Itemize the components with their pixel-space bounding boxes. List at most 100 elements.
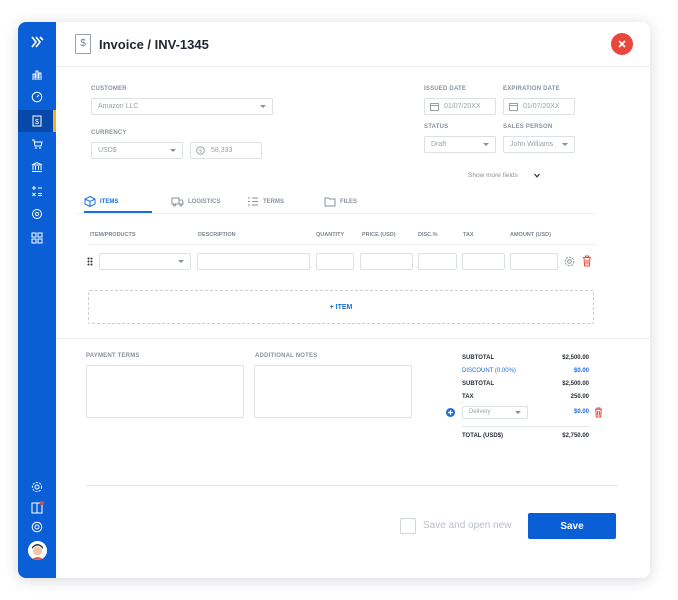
gauge-icon[interactable] — [18, 86, 56, 108]
customer-label: CUSTOMER — [91, 86, 127, 92]
sales-person-value: John Williams — [510, 141, 554, 148]
issued-date-field[interactable]: 01/07/20XX — [424, 98, 496, 115]
page-title: Invoice / INV-1345 — [99, 37, 209, 52]
trash-icon[interactable] — [582, 255, 592, 267]
gear-icon[interactable] — [564, 256, 575, 267]
save-button-label: Save — [560, 520, 584, 532]
payment-terms-label: PAYMENT TERMS — [86, 353, 140, 359]
chevron-down-icon — [170, 149, 176, 152]
svg-text:$: $ — [199, 149, 202, 155]
currency-select[interactable]: USD$ — [91, 142, 183, 159]
close-icon — [618, 40, 626, 48]
amount-input[interactable] — [510, 253, 558, 270]
chart-icon[interactable] — [18, 63, 56, 85]
notifications-icon[interactable] — [18, 496, 56, 518]
box-icon — [84, 196, 96, 207]
subtotal-value: $2,500.00 — [562, 355, 589, 361]
tab-items-label: ITEMS — [100, 199, 119, 205]
avatar[interactable] — [28, 541, 47, 560]
logo-icon[interactable] — [18, 31, 56, 53]
tab-files-label: FILES — [340, 199, 358, 205]
footer-divider — [86, 485, 618, 486]
close-button[interactable] — [611, 33, 633, 55]
sales-person-label: SALES PERSON — [503, 124, 553, 130]
invoice-window: $ $ Invoice / INV-1345 CUSTOMER Amazon L… — [18, 22, 650, 578]
tax-label: TAX — [462, 394, 474, 400]
delivery-select[interactable]: Delivery — [462, 406, 528, 419]
support-icon[interactable] — [18, 516, 56, 538]
discount-input[interactable] — [418, 253, 457, 270]
tab-logistics-label: LOGISTICS — [188, 199, 221, 205]
total-label: TOTAL (USD$) — [462, 433, 504, 439]
active-tab-indicator — [84, 211, 152, 213]
exchange-rate-field[interactable]: $ 58,333 — [190, 142, 262, 159]
chevron-down-icon — [515, 411, 521, 414]
status-value: Draft — [431, 141, 447, 148]
calculator-icon[interactable] — [18, 180, 56, 202]
table-header-divider — [88, 244, 596, 245]
show-more-fields-link[interactable]: Show more fields — [468, 172, 518, 179]
description-input[interactable] — [197, 253, 310, 270]
expiration-date-value: 01/07/20XX — [523, 103, 560, 110]
payment-terms-textarea[interactable] — [86, 365, 244, 418]
subtotal2-label: SUBTOTAL — [462, 381, 495, 387]
dollar-document-icon: $ — [75, 34, 91, 54]
column-header: PRICE (USD) — [362, 232, 396, 238]
tab-files[interactable]: FILES — [324, 196, 357, 214]
tab-terms[interactable]: TERMS — [247, 196, 284, 214]
discount-link[interactable]: DISCOUNT (0.00%) — [462, 368, 516, 374]
exchange-icon: $ — [196, 146, 205, 155]
additional-notes-label: ADDITIONAL NOTES — [255, 353, 318, 359]
subtotal-label: SUBTOTAL — [462, 355, 495, 361]
sales-person-select[interactable]: John Williams — [503, 136, 575, 153]
invoice-icon[interactable]: $ — [18, 110, 56, 132]
issued-date-value: 01/07/20XX — [444, 103, 481, 110]
column-header: AMOUNT (USD) — [510, 232, 551, 238]
drag-handle-icon[interactable] — [87, 257, 93, 266]
total-divider — [462, 426, 590, 427]
customer-select[interactable]: Amazon LLC — [91, 98, 273, 115]
delivery-placeholder: Delivery — [469, 409, 491, 415]
item-product-select[interactable] — [99, 253, 191, 270]
issued-date-label: ISSUED DATE — [424, 86, 467, 92]
exchange-rate-value: 58,333 — [211, 147, 233, 154]
column-header: TAX — [463, 232, 474, 238]
add-item-label: + ITEM — [329, 303, 353, 311]
calendar-icon — [509, 103, 518, 111]
folder-icon — [324, 197, 336, 207]
expiration-date-label: EXPIRATION DATE — [503, 86, 560, 92]
column-header: QUANTITY — [316, 232, 345, 238]
header: $ Invoice / INV-1345 — [56, 22, 650, 67]
settings-icon[interactable] — [18, 476, 56, 498]
chevron-down-icon — [178, 260, 184, 263]
tax-value: 250.00 — [570, 394, 589, 400]
cart-icon[interactable] — [18, 133, 56, 155]
chevron-down-icon — [260, 105, 266, 108]
brain-icon[interactable] — [18, 203, 56, 225]
subtotal2-value: $2,500.00 — [562, 381, 589, 387]
save-and-open-new-label[interactable]: Save and open new — [423, 520, 511, 531]
bank-icon[interactable] — [18, 156, 56, 178]
tax-input[interactable] — [462, 253, 505, 270]
add-item-button[interactable]: + ITEM — [88, 290, 594, 324]
tab-logistics[interactable]: LOGISTICS — [171, 196, 220, 214]
currency-label: CURRENCY — [91, 130, 127, 136]
quantity-input[interactable] — [316, 253, 354, 270]
save-button[interactable]: Save — [528, 513, 616, 539]
status-select[interactable]: Draft — [424, 136, 496, 153]
additional-notes-textarea[interactable] — [254, 365, 412, 418]
save-and-open-new-checkbox[interactable] — [400, 518, 416, 534]
chevron-down-icon — [483, 143, 489, 146]
show-more-label: Show more fields — [468, 172, 518, 179]
expiration-date-field[interactable]: 01/07/20XX — [503, 98, 575, 115]
price-input[interactable] — [360, 253, 413, 270]
add-charge-icon[interactable] — [446, 408, 455, 417]
tab-terms-label: TERMS — [263, 199, 284, 205]
column-header: DESCRIPTION — [198, 232, 236, 238]
apps-icon[interactable] — [18, 227, 56, 249]
currency-value: USD$ — [98, 147, 117, 154]
chevron-down-icon[interactable] — [534, 173, 540, 178]
sidebar: $ — [18, 22, 56, 578]
truck-icon — [171, 197, 184, 207]
trash-icon[interactable] — [594, 407, 603, 418]
